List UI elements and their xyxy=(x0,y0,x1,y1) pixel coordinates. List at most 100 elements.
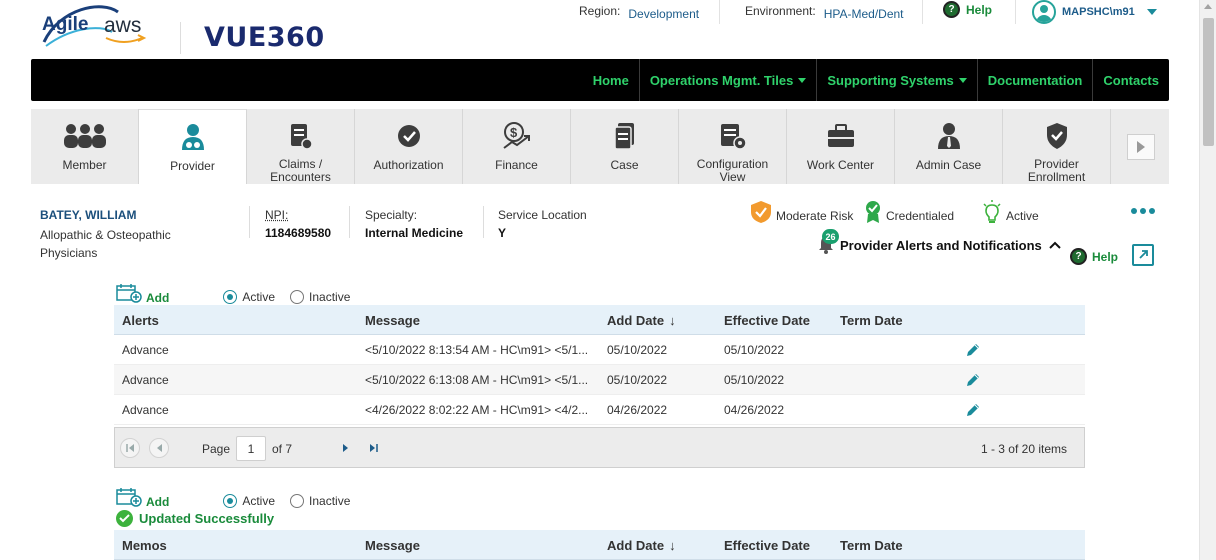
success-text: Updated Successfully xyxy=(139,511,275,526)
column-header-message[interactable]: Message xyxy=(365,530,420,560)
table-row[interactable]: Advance <4/26/2022 8:02:22 AM - HC\m91> … xyxy=(114,395,1085,425)
radio-selected-icon xyxy=(223,494,238,508)
table-row[interactable]: Advance <5/10/2022 8:13:54 AM - HC\m91> … xyxy=(114,335,1085,365)
column-header-term-date[interactable]: Term Date xyxy=(840,530,903,560)
environment-field: Environment: HPA-Med/Dent xyxy=(745,4,904,21)
module-tiles: Member Provider Claims / Encounters Auth… xyxy=(31,109,1111,184)
main-navbar: Home Operations Mgmt. Tiles Supporting S… xyxy=(31,59,1169,101)
memos-active-radio[interactable]: Active xyxy=(223,494,275,508)
cell-alert: Advance xyxy=(122,373,169,387)
scrollbar-thumb[interactable] xyxy=(1203,18,1214,146)
edit-pencil-icon[interactable] xyxy=(965,335,981,365)
help-label: Help xyxy=(1092,249,1119,264)
provider-name[interactable]: BATEY, WILLIAM xyxy=(40,208,136,222)
tile-provider[interactable]: Provider xyxy=(139,109,247,184)
prev-page-button[interactable] xyxy=(149,438,169,458)
risk-label: Moderate Risk xyxy=(776,209,854,223)
sort-down-icon: ↓ xyxy=(669,537,676,553)
configuration-icon xyxy=(720,123,747,150)
tile-authorization[interactable]: Authorization xyxy=(355,109,463,184)
help-label: Help xyxy=(966,2,993,17)
tile-configuration-view[interactable]: Configuration View xyxy=(679,109,787,184)
provider-help-link[interactable]: ? Help xyxy=(1070,248,1118,265)
column-header-add-date[interactable]: Add Date ↓ xyxy=(607,530,676,560)
calendar-add-icon xyxy=(116,284,142,303)
more-options-icon[interactable] xyxy=(1131,208,1155,214)
open-external-icon[interactable] xyxy=(1132,244,1154,266)
nav-supporting-label: Supporting Systems xyxy=(827,72,954,88)
caret-down-icon xyxy=(798,77,807,83)
tile-member[interactable]: Member xyxy=(31,109,139,184)
tile-claims-encounters[interactable]: Claims / Encounters xyxy=(247,109,355,184)
last-page-icon xyxy=(370,444,378,452)
column-header-message[interactable]: Message xyxy=(365,305,420,335)
header-divider xyxy=(1015,0,1016,24)
column-header-effective-date[interactable]: Effective Date xyxy=(724,530,810,560)
credential-status: Credentialed xyxy=(864,200,954,224)
tile-provider-enrollment[interactable]: Provider Enrollment xyxy=(1003,109,1111,184)
add-memo-button[interactable]: Add xyxy=(116,487,169,509)
edit-pencil-icon[interactable] xyxy=(965,365,981,395)
table-row[interactable]: Advance <5/10/2022 6:13:08 AM - HC\m91> … xyxy=(114,365,1085,395)
radio-unselected-icon xyxy=(290,494,305,508)
help-link[interactable]: ? Help xyxy=(943,1,992,18)
tiles-next-button[interactable] xyxy=(1127,134,1155,160)
nav-supporting-systems[interactable]: Supporting Systems xyxy=(816,59,976,101)
next-page-button[interactable] xyxy=(336,438,356,458)
nav-operations-mgmt-tiles[interactable]: Operations Mgmt. Tiles xyxy=(638,59,817,101)
tile-label: Provider Enrollment xyxy=(1027,157,1086,184)
scroll-up-icon[interactable] xyxy=(1204,4,1212,9)
nav-home-label: Home xyxy=(592,72,629,88)
nav-home[interactable]: Home xyxy=(583,59,639,101)
page-number-input[interactable] xyxy=(236,436,266,461)
tile-work-center[interactable]: Work Center xyxy=(787,109,895,184)
active-label: Active xyxy=(1006,209,1039,223)
column-header-add-date[interactable]: Add Date ↓ xyxy=(607,305,676,335)
service-location-value: Y xyxy=(498,226,507,240)
info-divider xyxy=(483,206,484,238)
nav-documentation[interactable]: Documentation xyxy=(976,59,1093,101)
memos-grid: Memos Message Add Date ↓ Effective Date T… xyxy=(114,530,1085,560)
add-alert-button[interactable]: Add xyxy=(116,283,170,305)
last-page-button[interactable] xyxy=(364,438,384,458)
inactive-radio-label: Inactive xyxy=(309,494,351,508)
page-label: Page xyxy=(202,442,231,456)
first-page-icon xyxy=(126,444,134,452)
cell-message: <5/10/2022 8:13:54 AM - HC\m91> <5/1... xyxy=(365,343,589,357)
tile-label: Authorization xyxy=(373,158,444,172)
first-page-button[interactable] xyxy=(120,438,140,458)
inactive-radio[interactable]: Inactive xyxy=(290,290,350,304)
authorization-check-icon xyxy=(397,125,420,147)
add-label: Add xyxy=(146,291,170,305)
logo-aws-text: aws xyxy=(104,14,141,37)
user-menu[interactable]: MAPSHC\m91 xyxy=(1032,0,1157,24)
alerts-count-badge: 26 xyxy=(822,229,839,244)
column-header-alerts[interactable]: Alerts xyxy=(122,305,159,335)
items-summary: 1 - 3 of 20 items xyxy=(980,442,1067,456)
column-header-memos[interactable]: Memos xyxy=(122,530,167,560)
next-page-icon xyxy=(343,444,348,452)
members-icon xyxy=(63,124,106,148)
help-icon: ? xyxy=(1070,248,1087,265)
tile-label: Work Center xyxy=(806,158,875,172)
tile-finance[interactable]: $ Finance xyxy=(463,109,571,184)
user-avatar-icon xyxy=(1032,0,1056,24)
column-header-term-date[interactable]: Term Date xyxy=(840,305,903,335)
cell-alert: Advance xyxy=(122,403,169,417)
edit-pencil-icon[interactable] xyxy=(965,395,981,425)
column-header-effective-date[interactable]: Effective Date xyxy=(724,305,810,335)
alerts-link-label: Provider Alerts and Notifications xyxy=(840,237,1042,253)
memos-inactive-radio[interactable]: Inactive xyxy=(290,494,350,508)
nav-contacts[interactable]: Contacts xyxy=(1092,59,1169,101)
vertical-scrollbar[interactable] xyxy=(1199,0,1216,560)
check-circle-icon xyxy=(116,510,133,527)
nav-documentation-label: Documentation xyxy=(987,72,1083,88)
tile-case[interactable]: Case xyxy=(571,109,679,184)
tile-admin-case[interactable]: Admin Case xyxy=(895,109,1003,184)
active-radio[interactable]: Active xyxy=(223,290,275,304)
shield-check-icon xyxy=(1046,122,1067,149)
calendar-add-icon xyxy=(116,488,142,507)
tile-label: Finance xyxy=(495,158,538,172)
cell-effective-date: 04/26/2022 xyxy=(724,403,785,417)
provider-alerts-toggle[interactable]: Provider Alerts and Notifications xyxy=(818,236,1062,254)
